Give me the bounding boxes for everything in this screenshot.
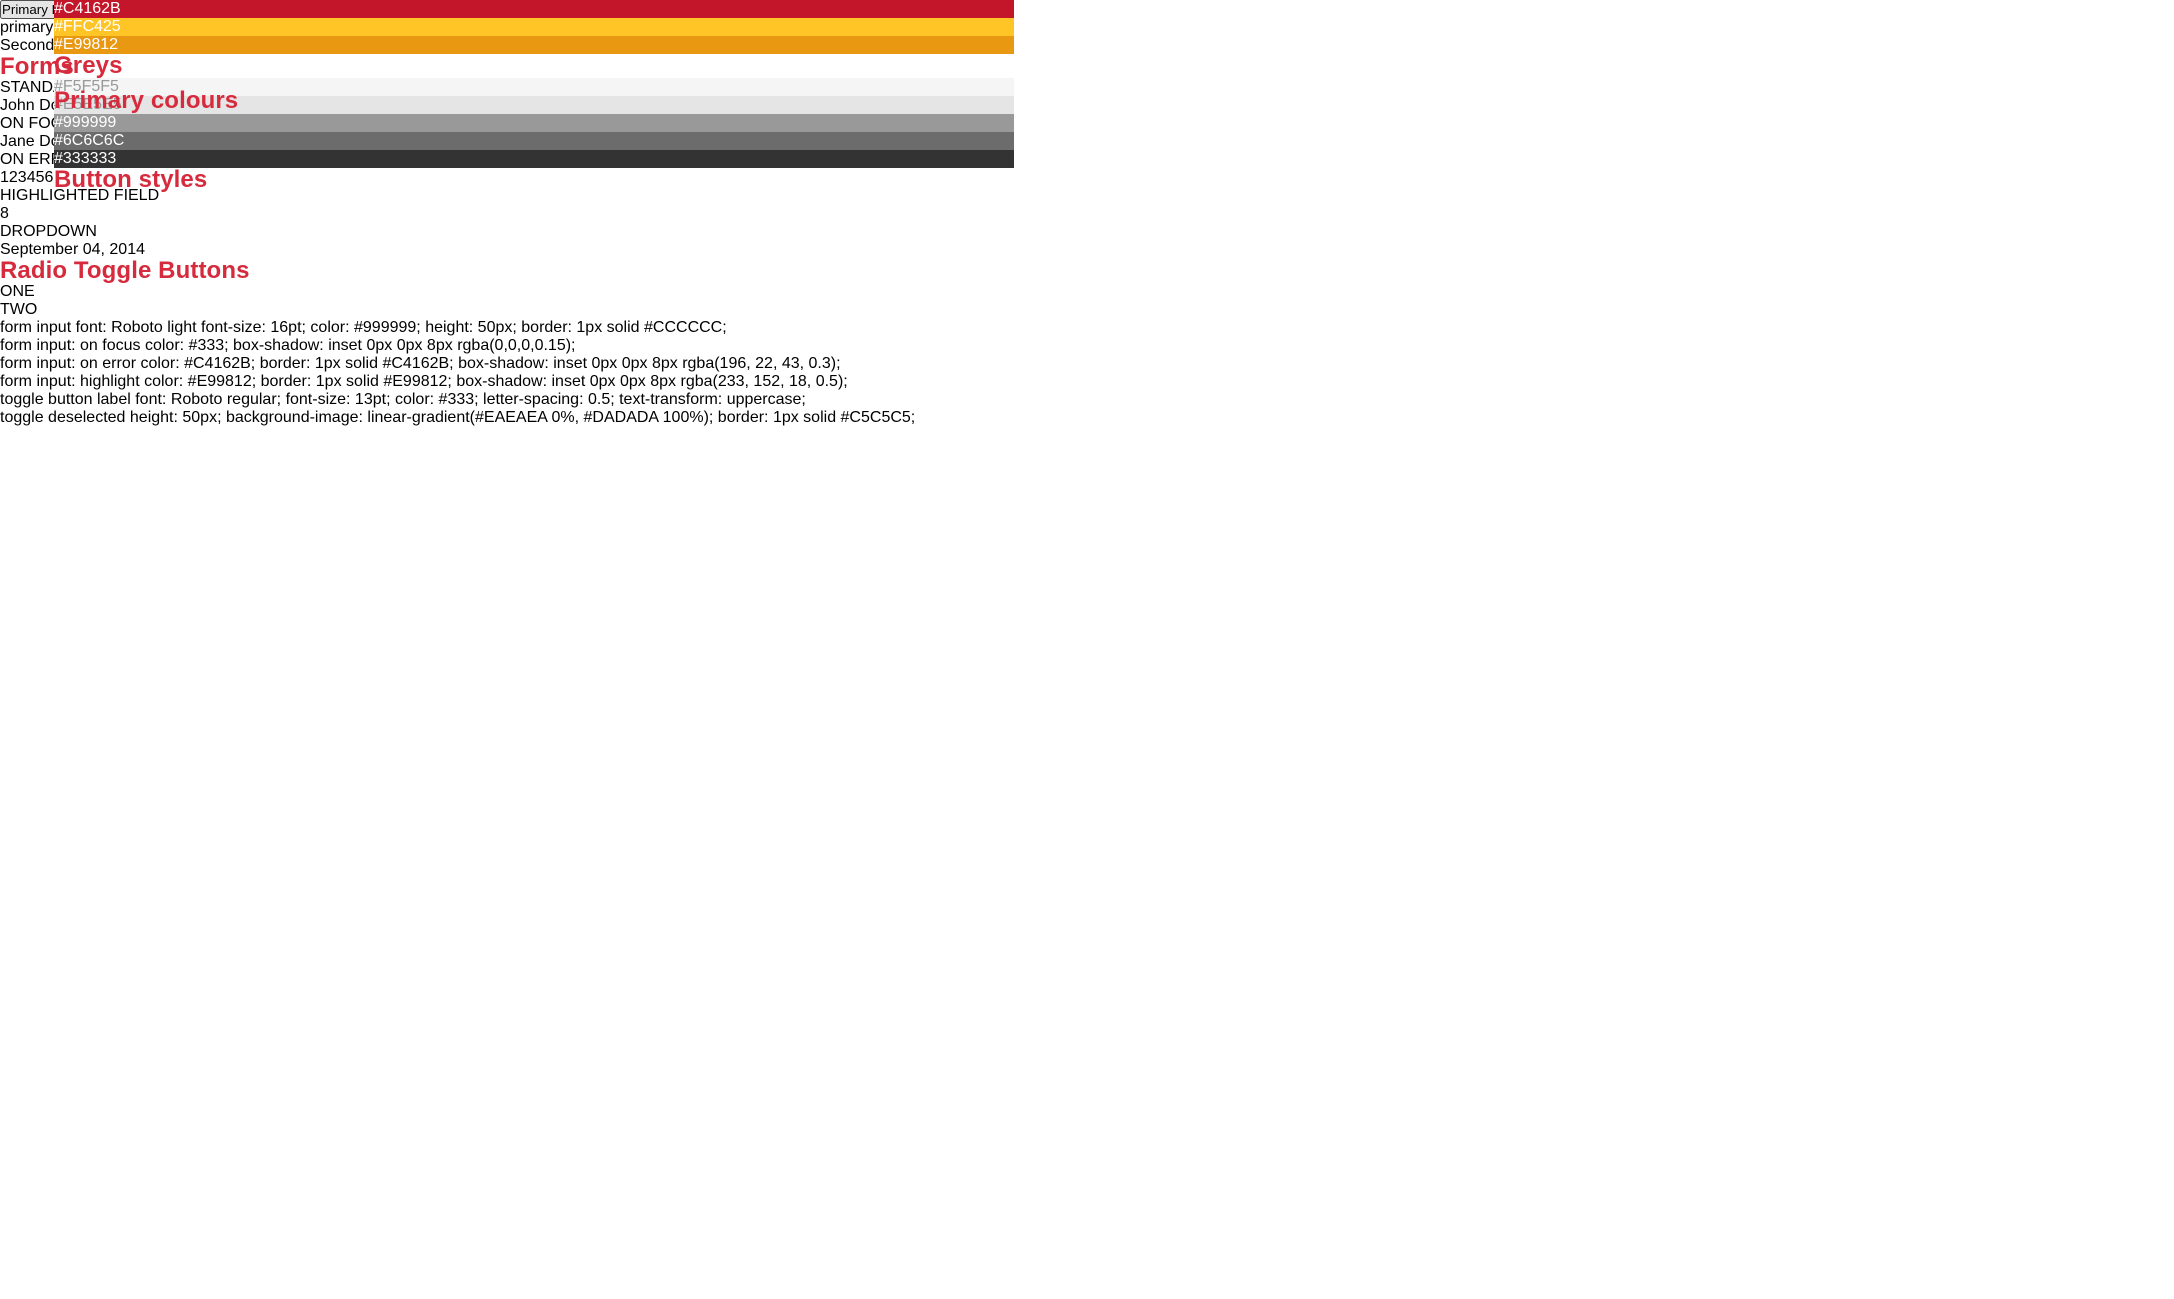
primary-colours-heading: Primary colours bbox=[54, 87, 239, 114]
colour-swatch: #999999 bbox=[54, 114, 1014, 132]
primary-colour-swatches: #C4162B #FFC425 #E99812 bbox=[54, 0, 1014, 54]
greys-heading: Greys bbox=[54, 52, 123, 79]
left-column: Primary colours #C4162B #FFC425 #E99812 … bbox=[54, 0, 1014, 1299]
button-styles-heading: Button styles bbox=[54, 166, 208, 193]
colour-swatch: #6C6C6C bbox=[54, 132, 1014, 150]
style-guide-page: Primary colours #C4162B #FFC425 #E99812 … bbox=[0, 0, 2174, 1299]
colour-swatch: #C4162B bbox=[54, 0, 1014, 18]
colour-swatch: #FFC425 bbox=[54, 18, 1014, 36]
colour-swatch: #E99812 bbox=[54, 36, 1014, 54]
